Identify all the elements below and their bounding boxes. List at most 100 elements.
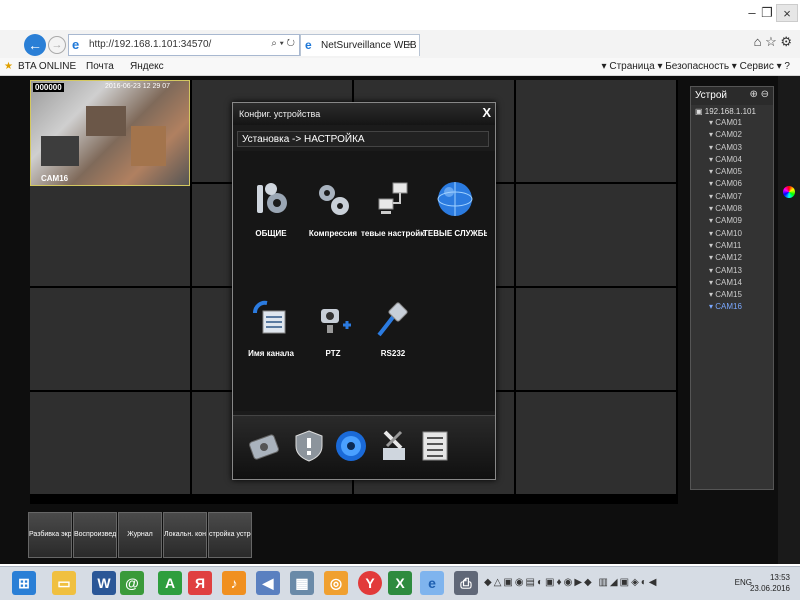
checklist-icon[interactable]: [417, 428, 453, 464]
device-tree-item[interactable]: ▾ CAM05: [695, 167, 773, 179]
device-tree-item[interactable]: ▾ CAM11: [695, 241, 773, 253]
compression-gear-icon: [313, 179, 353, 219]
device-tree-item-label: CAM13: [715, 265, 742, 275]
grid-cell[interactable]: [516, 392, 676, 494]
device-tree-item[interactable]: ▾ CAM16: [695, 302, 773, 314]
device-tree-item-label: CAM12: [715, 253, 742, 263]
taskbar: ⊞ ▭ W @ A Я ♪ ◀ ▦ ◎ Y X e ⎙ ◆△▣◉▤◐▣♦◉▶◆ …: [0, 566, 800, 600]
config-ptz[interactable]: PTZ: [301, 299, 365, 358]
forward-button[interactable]: →: [48, 36, 66, 54]
system-clock[interactable]: 13:53 23.06.2016: [750, 572, 790, 594]
fav-bta-online[interactable]: BTA ONLINE: [18, 61, 76, 72]
browser-tab[interactable]: e NetSurveillance WEB ×: [300, 34, 420, 56]
device-tree-item[interactable]: ▾ CAM02: [695, 130, 773, 142]
device-tree-item-label: CAM07: [715, 191, 742, 201]
device-tree-item-label: CAM01: [715, 118, 742, 127]
fav-mail[interactable]: Почта: [86, 61, 114, 72]
speaker-icon[interactable]: ◀: [256, 571, 280, 595]
tab-screen-split[interactable]: Разбивка экра: [28, 512, 72, 558]
config-compression[interactable]: Компрессия: [301, 179, 365, 238]
config-network-services[interactable]: ТЕВЫЕ СЛУЖБЫ: [423, 179, 487, 238]
dialog-body: ОБЩИЕ Компрессия тевые настройки ТЕВЫЕ С…: [233, 151, 495, 411]
ring-icon[interactable]: ◎: [324, 571, 348, 595]
music-icon[interactable]: ♪: [222, 571, 246, 595]
feed-scene: [131, 126, 166, 166]
grid-cell[interactable]: [516, 80, 676, 182]
ie-icon[interactable]: e: [420, 571, 444, 595]
grid-cell[interactable]: [516, 288, 676, 390]
device-tree-item[interactable]: ▾ CAM03: [695, 143, 773, 155]
device-tree-item[interactable]: ▾ CAM12: [695, 253, 773, 265]
device-tree-item[interactable]: ▾ CAM07: [695, 192, 773, 204]
printer-icon[interactable]: ⎙: [454, 571, 478, 595]
ie-icon: e: [305, 38, 312, 52]
device-tree-item-label: CAM06: [715, 179, 742, 189]
restore-button[interactable]: ❐: [758, 4, 776, 22]
address-url[interactable]: http://192.168.1.101:34570/: [89, 39, 211, 50]
hdd-icon[interactable]: [247, 428, 283, 464]
network-computers-icon: [373, 179, 413, 219]
device-tree-item-label: CAM09: [715, 216, 742, 226]
browser-titlebar: [0, 0, 800, 30]
chrome-like-icon[interactable]: @: [120, 571, 144, 595]
grid-cell[interactable]: [30, 288, 190, 390]
config-rs232[interactable]: RS232: [361, 299, 425, 358]
grid-cell[interactable]: [30, 392, 190, 494]
config-general[interactable]: ОБЩИЕ: [239, 179, 303, 238]
color-wheel-icon[interactable]: [783, 186, 795, 198]
command-bar[interactable]: ▾ Страница ▾ Безопасность ▾ Сервис ▾ ?: [602, 61, 790, 72]
dialog-close-button[interactable]: X: [482, 105, 491, 120]
fav-yandex[interactable]: Яндекс: [130, 61, 164, 72]
device-tree-item[interactable]: ▾ CAM08: [695, 204, 773, 216]
device-tree-item[interactable]: ▾ CAM13: [695, 266, 773, 278]
system-tray-icons[interactable]: ◆△▣◉▤◐▣♦◉▶◆ ▥◢▣◈◐◀: [484, 577, 659, 588]
tools-icon[interactable]: [375, 428, 411, 464]
back-button[interactable]: ←: [24, 34, 46, 56]
device-tree-item[interactable]: ▾ CAM09: [695, 216, 773, 228]
control-panel-icon[interactable]: ▦: [290, 571, 314, 595]
yandex-icon[interactable]: Я: [188, 571, 212, 595]
device-tree-item[interactable]: ▾ CAM04: [695, 155, 773, 167]
tab-close-button[interactable]: ×: [407, 39, 413, 51]
device-tree-item-label: CAM03: [715, 142, 742, 152]
toolbar-right-icons[interactable]: ⌂ ☆ ⚙: [754, 34, 792, 50]
tab-playback[interactable]: Воспроизведе: [73, 512, 117, 558]
device-tree-item[interactable]: ▾ CAM14: [695, 278, 773, 290]
yandex-browser-icon[interactable]: Y: [358, 571, 382, 595]
tab-device-config[interactable]: стройка устро: [208, 512, 252, 558]
green-a-icon[interactable]: A: [158, 571, 182, 595]
device-tree-item-label: CAM08: [715, 204, 742, 214]
camera-feed-cam16[interactable]: 000000 2016-06-23 12 29 07 CAM16: [30, 80, 190, 186]
settings-gear-icon[interactable]: [333, 428, 369, 464]
camera-timestamp: 2016-06-23 12 29 07: [105, 83, 170, 90]
device-tree-item-label: CAM14: [715, 277, 742, 287]
config-channel-name[interactable]: Имя канала: [239, 299, 303, 358]
device-tree-item[interactable]: ▾ CAM15: [695, 290, 773, 302]
device-tree-item[interactable]: ▾ CAM10: [695, 229, 773, 241]
word-icon[interactable]: W: [92, 571, 116, 595]
file-explorer-icon[interactable]: ▭: [52, 571, 76, 595]
dialog-breadcrumb: Установка -> НАСТРОЙКА: [237, 131, 489, 147]
shield-icon[interactable]: [291, 428, 327, 464]
windows-start-icon[interactable]: ⊞: [12, 571, 36, 595]
tab-local-config[interactable]: Локальн. конфи: [163, 512, 207, 558]
config-network[interactable]: тевые настройки: [361, 179, 425, 238]
favorites-star-icon[interactable]: ★: [4, 61, 13, 72]
camera-code: 000000: [33, 83, 64, 92]
grid-cell[interactable]: [516, 184, 676, 286]
config-network-services-label: ТЕВЫЕ СЛУЖБЫ: [423, 229, 487, 238]
close-window-button[interactable]: ×: [776, 4, 798, 22]
address-bar[interactable]: e http://192.168.1.101:34570/ ⌕ ▾ ↻: [68, 34, 300, 56]
device-tree-item-label: CAM10: [715, 228, 742, 238]
device-tree-item[interactable]: ▾ CAM06: [695, 179, 773, 191]
device-tree-item[interactable]: ▾ CAM01: [695, 118, 773, 130]
search-refresh-controls[interactable]: ⌕ ▾ ↻: [271, 38, 295, 49]
device-tree-item-label: CAM16: [715, 302, 742, 312]
expand-collapse-icon[interactable]: ⊕ ⊖: [749, 89, 769, 100]
grid-cell[interactable]: [30, 184, 190, 286]
device-root[interactable]: ▣ 192.168.1.101: [695, 107, 773, 118]
device-tree-panel: Устрой ⊕ ⊖ ▣ 192.168.1.101 ▾ CAM01 ▾ CAM0…: [690, 86, 774, 490]
excel-icon[interactable]: X: [388, 571, 412, 595]
tab-log[interactable]: Журнал: [118, 512, 162, 558]
right-side-strip: [778, 76, 800, 564]
